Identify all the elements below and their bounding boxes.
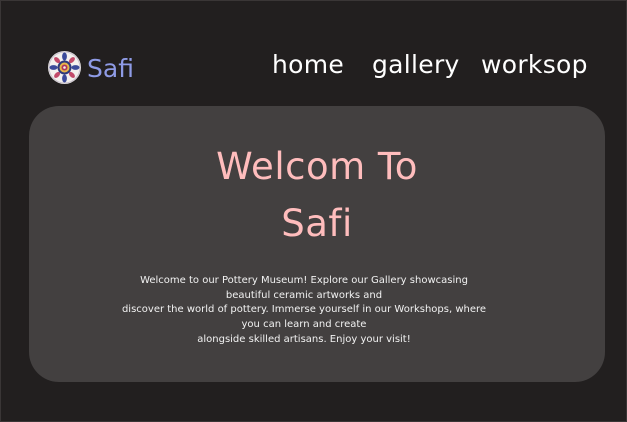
mandala-icon[interactable] xyxy=(48,51,81,84)
hero-title: Welcom To Safi xyxy=(29,138,605,252)
mandala-icon-graphic xyxy=(48,51,81,84)
hero-description-line: you can learn and create xyxy=(241,319,367,331)
hero-description: Welcome to our Pottery Museum! Explore o… xyxy=(109,274,499,348)
nav-workshop-link[interactable]: worksop xyxy=(481,48,588,82)
hero-description-line: beautiful ceramic artworks and xyxy=(225,289,383,301)
hero-description-line: discover the world of pottery. Immerse y… xyxy=(121,304,487,316)
hero-card: Welcom To Safi Welcome to our Pottery Mu… xyxy=(29,106,605,382)
nav-home-link[interactable]: home xyxy=(272,48,344,82)
hero-description-line: alongside skilled artisans. Enjoy your v… xyxy=(197,333,411,345)
nav-gallery-link[interactable]: gallery xyxy=(372,48,460,82)
hero-description-line: Welcome to our Pottery Museum! Explore o… xyxy=(140,275,468,286)
hero-title-line: Welcom To xyxy=(216,145,418,188)
hero-title-line: Safi xyxy=(281,202,353,245)
brand-name[interactable]: Safi xyxy=(87,53,134,85)
